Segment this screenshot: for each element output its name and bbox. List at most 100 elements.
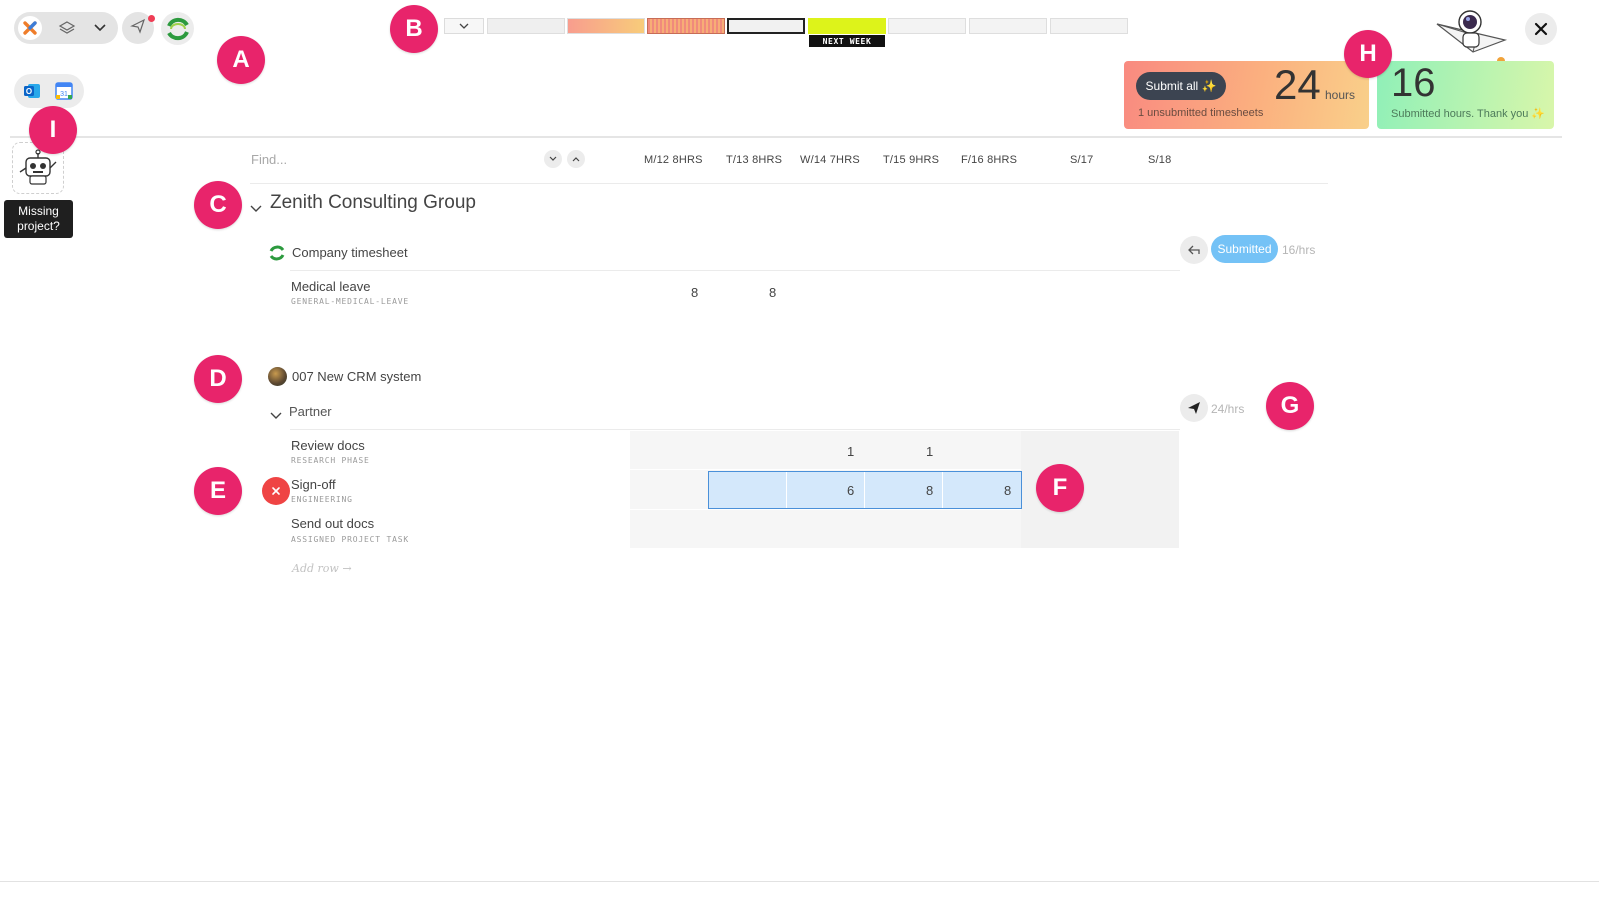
marker-f: F xyxy=(1036,464,1084,512)
task-name: Send out docs xyxy=(291,516,375,531)
missing-project-tooltip[interactable]: Missing project? xyxy=(4,200,73,238)
hours-cell[interactable]: 8 xyxy=(926,483,933,498)
task-category: GENERAL-MEDICAL-LEAVE xyxy=(291,297,409,306)
unsubmitted-text: 1 unsubmitted timesheets xyxy=(1138,107,1264,119)
reply-icon xyxy=(1188,245,1200,255)
collapse-all-button[interactable] xyxy=(567,150,585,168)
column-header-tue: T/13 8HRS xyxy=(726,154,783,166)
hours-unit: hours xyxy=(1325,88,1356,102)
tooltip-line-2: project? xyxy=(17,219,60,233)
hours-cell[interactable]: 8 xyxy=(769,285,776,300)
divider xyxy=(290,270,1180,271)
marker-e: E xyxy=(194,467,242,515)
marker-d: D xyxy=(194,355,242,403)
recall-button[interactable] xyxy=(1180,236,1208,264)
task-category: RESEARCH PHASE xyxy=(291,456,370,465)
task-name: Review docs xyxy=(291,438,365,453)
week-cell[interactable] xyxy=(567,18,645,34)
delete-row-button[interactable] xyxy=(262,477,290,505)
close-icon xyxy=(1534,22,1548,36)
google-calendar-icon[interactable]: 31 xyxy=(55,82,73,100)
marker-b: B xyxy=(390,5,438,53)
company-logo-icon[interactable] xyxy=(161,12,194,45)
role-name: Partner xyxy=(289,404,332,419)
hours-cell[interactable]: 8 xyxy=(1004,483,1011,498)
app-switcher-pill[interactable] xyxy=(14,12,118,44)
client-collapse-toggle[interactable] xyxy=(250,199,262,218)
unsubmitted-card: Submit all ✨ 24 hours 1 unsubmitted time… xyxy=(1124,61,1369,129)
chevron-down-icon[interactable] xyxy=(88,16,112,40)
marker-g: G xyxy=(1266,382,1314,430)
week-cell-next[interactable] xyxy=(808,18,886,34)
week-cell[interactable] xyxy=(1050,18,1128,34)
marker-i: I xyxy=(29,106,77,154)
marker-a: A xyxy=(217,36,265,84)
marker-h: H xyxy=(1344,30,1392,78)
task-category: ENGINEERING xyxy=(291,495,353,504)
hours-cell[interactable]: 8 xyxy=(691,285,698,300)
chevron-down-icon xyxy=(459,23,469,29)
unsubmitted-hours: 24 xyxy=(1274,61,1321,108)
next-week-label: NEXT WEEK xyxy=(809,35,885,47)
chevron-down-icon xyxy=(270,412,282,419)
grid-line xyxy=(864,472,865,508)
svg-text:O: O xyxy=(26,87,32,96)
chevron-up-icon xyxy=(572,157,580,162)
grid-line xyxy=(786,472,787,508)
chevron-down-icon xyxy=(549,156,557,161)
send-icon xyxy=(1188,402,1200,414)
status-badge: Submitted xyxy=(1211,235,1278,263)
svg-text:31: 31 xyxy=(60,91,68,98)
add-row-link[interactable]: Add row → xyxy=(292,562,352,575)
company-timesheet-title: Company timesheet xyxy=(292,245,408,260)
chevron-down-icon xyxy=(250,205,262,212)
role-collapse-toggle[interactable] xyxy=(270,406,282,425)
divider xyxy=(250,183,1328,184)
task-category: ASSIGNED PROJECT TASK xyxy=(291,535,409,544)
hours-cell[interactable]: 1 xyxy=(847,444,854,459)
week-cell[interactable] xyxy=(487,18,565,34)
astronaut-illustration xyxy=(1433,6,1513,65)
close-icon xyxy=(272,487,280,495)
week-cell[interactable] xyxy=(888,18,966,34)
submitted-hours: 16 xyxy=(1391,61,1436,105)
notification-dot xyxy=(148,15,155,22)
column-header-sun: S/18 xyxy=(1148,154,1172,166)
week-cell[interactable] xyxy=(969,18,1047,34)
task-name: Medical leave xyxy=(291,279,371,294)
week-dropdown[interactable] xyxy=(444,18,484,34)
outlook-icon[interactable]: O xyxy=(23,82,41,100)
layers-icon[interactable] xyxy=(55,16,79,40)
selected-cell-range[interactable] xyxy=(708,471,1022,509)
project-title: 007 New CRM system xyxy=(292,369,422,384)
week-cell-current[interactable] xyxy=(727,18,805,34)
hours-cell[interactable]: 6 xyxy=(847,483,854,498)
app-logo-icon[interactable] xyxy=(18,16,42,40)
client-name: Zenith Consulting Group xyxy=(270,192,476,213)
company-logo-icon xyxy=(268,244,286,262)
task-name: Sign-off xyxy=(291,477,336,492)
submitted-text: Submitted hours. Thank you ✨ xyxy=(1391,108,1546,120)
window-bottom-edge xyxy=(0,881,1599,882)
column-header-sat: S/17 xyxy=(1070,154,1094,166)
submitted-card: 16 Submitted hours. Thank you ✨ xyxy=(1377,61,1554,129)
hours-cell[interactable]: 1 xyxy=(926,444,933,459)
marker-c: C xyxy=(194,181,242,229)
close-button[interactable] xyxy=(1525,13,1557,45)
column-header-mon: M/12 8HRS xyxy=(644,154,703,166)
submit-project-button[interactable] xyxy=(1180,394,1208,422)
column-header-wed: W/14 7HRS xyxy=(800,154,860,166)
week-cell[interactable] xyxy=(647,18,725,34)
company-total-hours: 16/hrs xyxy=(1282,243,1316,257)
project-total-hours: 24/hrs xyxy=(1211,402,1245,416)
submit-all-button[interactable]: Submit all ✨ xyxy=(1136,72,1226,100)
tooltip-line-1: Missing xyxy=(18,204,59,218)
find-input[interactable]: Find... xyxy=(251,152,287,167)
divider xyxy=(290,429,1180,430)
grid-line xyxy=(942,472,943,508)
column-header-fri: F/16 8HRS xyxy=(961,154,1018,166)
project-avatar xyxy=(268,367,287,386)
header-divider xyxy=(10,136,1562,138)
column-header-thu: T/15 9HRS xyxy=(883,154,940,166)
expand-all-button[interactable] xyxy=(544,150,562,168)
